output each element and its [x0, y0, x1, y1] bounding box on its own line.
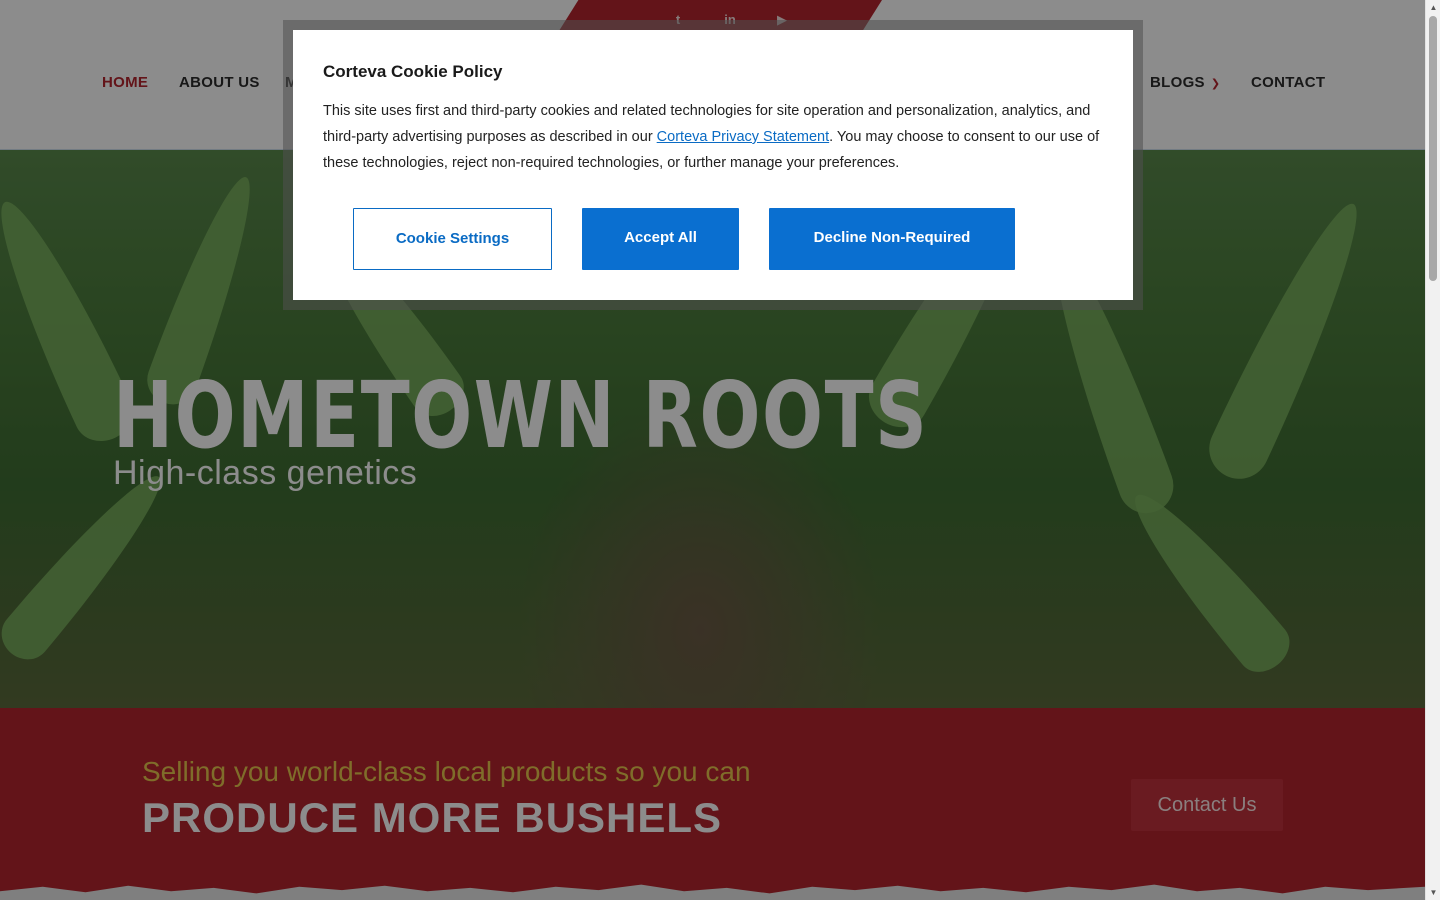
cookie-modal: Corteva Cookie Policy This site uses fir… — [293, 30, 1133, 300]
decline-non-required-button[interactable]: Decline Non-Required — [769, 208, 1015, 270]
cookie-settings-button[interactable]: Cookie Settings — [353, 208, 552, 270]
accept-all-button[interactable]: Accept All — [582, 208, 739, 270]
scroll-down-arrow-icon[interactable]: ▼ — [1426, 885, 1440, 900]
cookie-modal-title: Corteva Cookie Policy — [323, 62, 503, 81]
cookie-modal-body: This site uses first and third-party coo… — [323, 98, 1103, 176]
scrollbar-thumb[interactable] — [1429, 16, 1437, 281]
page: t in ▶ HOME ABOUT US M BLOGS❯ CONTACT HO… — [0, 0, 1425, 900]
privacy-statement-link[interactable]: Corteva Privacy Statement — [657, 129, 829, 145]
page-scrollbar[interactable]: ▲ ▼ — [1425, 0, 1440, 900]
scroll-up-arrow-icon[interactable]: ▲ — [1426, 0, 1440, 15]
